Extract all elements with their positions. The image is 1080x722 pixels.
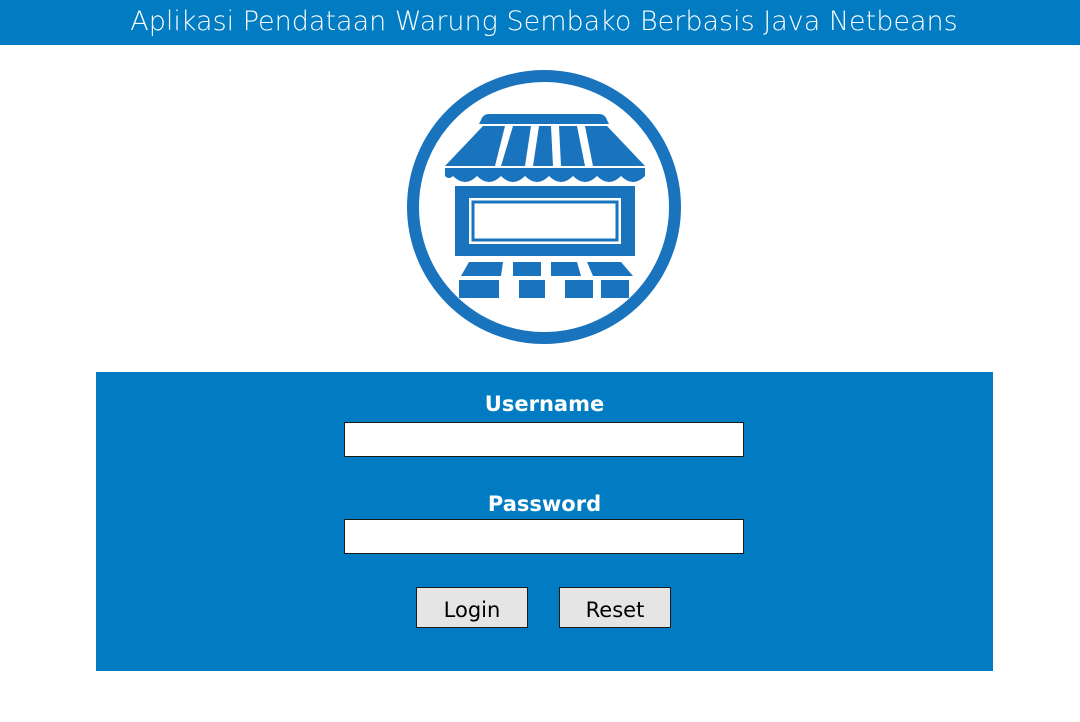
username-label: Username — [484, 392, 605, 416]
password-label: Password — [487, 492, 602, 516]
store-logo-icon — [407, 70, 681, 344]
reset-button[interactable]: Reset — [559, 587, 671, 628]
login-button[interactable]: Login — [416, 587, 528, 628]
username-field[interactable] — [344, 422, 744, 457]
app-header: Aplikasi Pendataan Warung Sembako Berbas… — [0, 0, 1080, 45]
login-panel: Username Password Login Reset — [96, 372, 993, 671]
app-title: Aplikasi Pendataan Warung Sembako Berbas… — [130, 6, 958, 37]
password-field[interactable] — [344, 519, 744, 554]
